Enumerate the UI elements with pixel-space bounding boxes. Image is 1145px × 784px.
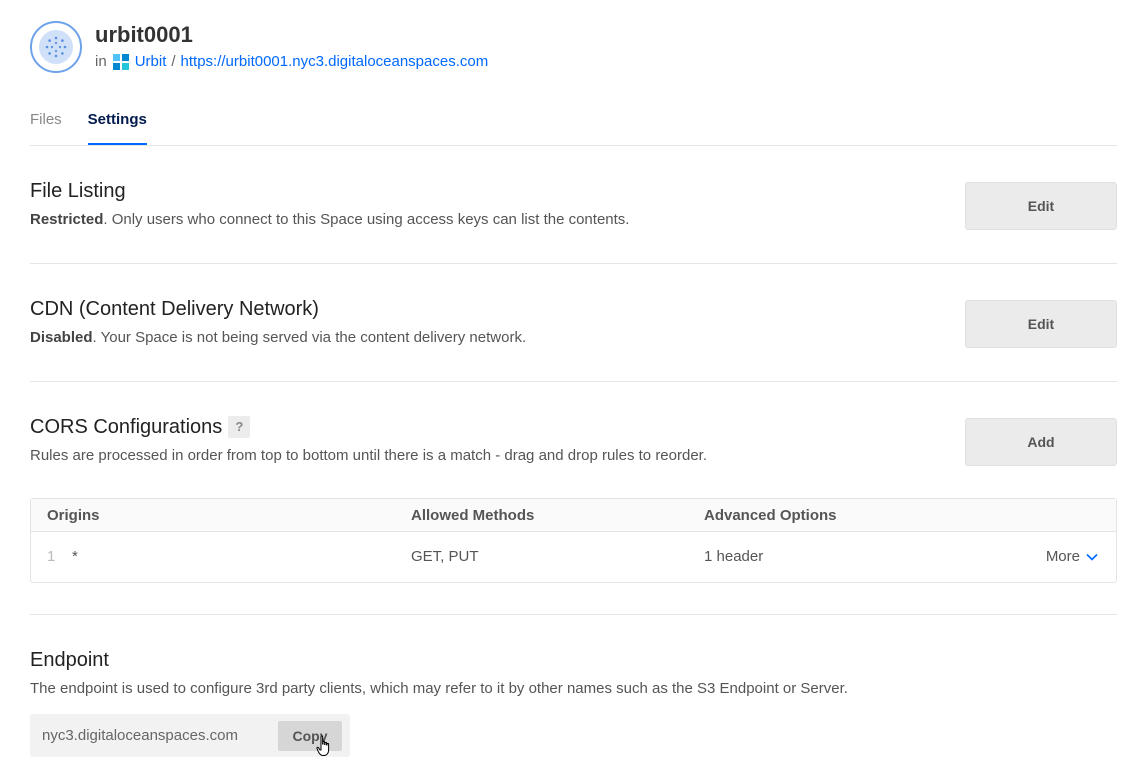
space-url-link[interactable]: https://urbit0001.nyc3.digitaloceanspace… (181, 51, 489, 73)
in-label: in (95, 53, 107, 70)
copy-button[interactable]: Copy (278, 720, 342, 756)
space-name: urbit0001 (95, 22, 193, 47)
endpoint-field: nyc3.digitaloceanspaces.com Copy (30, 714, 350, 757)
space-header: urbit0001 in Urbit / https://urbit0001.n… (30, 20, 488, 74)
cors-section: CORS Configurations ? Rules are processe… (30, 414, 1117, 466)
table-row[interactable]: 1 * GET, PUT 1 header More (31, 532, 1116, 582)
more-label: More (1045, 548, 1080, 565)
column-header-advanced-options: Advanced Options (704, 507, 837, 524)
cors-title: CORS Configurations (30, 416, 223, 438)
project-link[interactable]: Urbit (135, 51, 167, 73)
chevron-down-icon (1086, 553, 1098, 561)
endpoint-value: nyc3.digitaloceanspaces.com (42, 727, 238, 744)
cors-add-button[interactable]: Add (965, 418, 1117, 466)
file-listing-description: Restricted. Only users who connect to th… (30, 211, 630, 228)
row-origin: * (72, 548, 78, 565)
row-more-button[interactable]: More (1046, 532, 1098, 582)
divider (30, 381, 1117, 382)
file-listing-title: File Listing (30, 180, 126, 202)
file-listing-section: File Listing Restricted. Only users who … (30, 178, 1117, 230)
divider (30, 614, 1117, 615)
hand-pointer-icon (316, 734, 330, 756)
column-header-allowed-methods: Allowed Methods (411, 507, 535, 524)
breadcrumb-separator: / (171, 53, 176, 70)
divider (30, 263, 1117, 264)
tab-settings[interactable]: Settings (87, 108, 147, 145)
cors-title-row: CORS Configurations ? (30, 414, 1117, 440)
endpoint-section: Endpoint The endpoint is used to configu… (30, 647, 1117, 699)
row-index: 1 (47, 548, 56, 565)
column-header-origins: Origins (47, 507, 100, 524)
space-bucket-icon (30, 21, 82, 73)
tab-bar: Files Settings (30, 108, 1117, 146)
tab-files[interactable]: Files (30, 108, 62, 145)
cdn-description: Disabled. Your Space is not being served… (30, 329, 527, 346)
file-listing-edit-button[interactable]: Edit (965, 182, 1117, 230)
row-advanced-options-link[interactable]: 1 header (704, 532, 763, 582)
help-icon[interactable]: ? (228, 416, 251, 438)
cors-description: Rules are processed in order from top to… (30, 447, 708, 464)
table-header: Origins Allowed Methods Advanced Options (31, 499, 1116, 532)
cdn-status: Disabled (30, 329, 93, 346)
endpoint-description: The endpoint is used to configure 3rd pa… (30, 680, 848, 697)
cdn-section: CDN (Content Delivery Network) Disabled.… (30, 296, 1117, 348)
file-listing-status: Restricted (30, 211, 104, 228)
cors-table: Origins Allowed Methods Advanced Options… (30, 498, 1117, 583)
cdn-title: CDN (Content Delivery Network) (30, 298, 319, 320)
project-icon (112, 54, 129, 70)
cdn-edit-button[interactable]: Edit (965, 300, 1117, 348)
endpoint-title: Endpoint (30, 649, 109, 671)
row-allowed-methods: GET, PUT (411, 548, 479, 565)
space-location: in Urbit / https://urbit0001.nyc3.digita… (95, 51, 488, 73)
